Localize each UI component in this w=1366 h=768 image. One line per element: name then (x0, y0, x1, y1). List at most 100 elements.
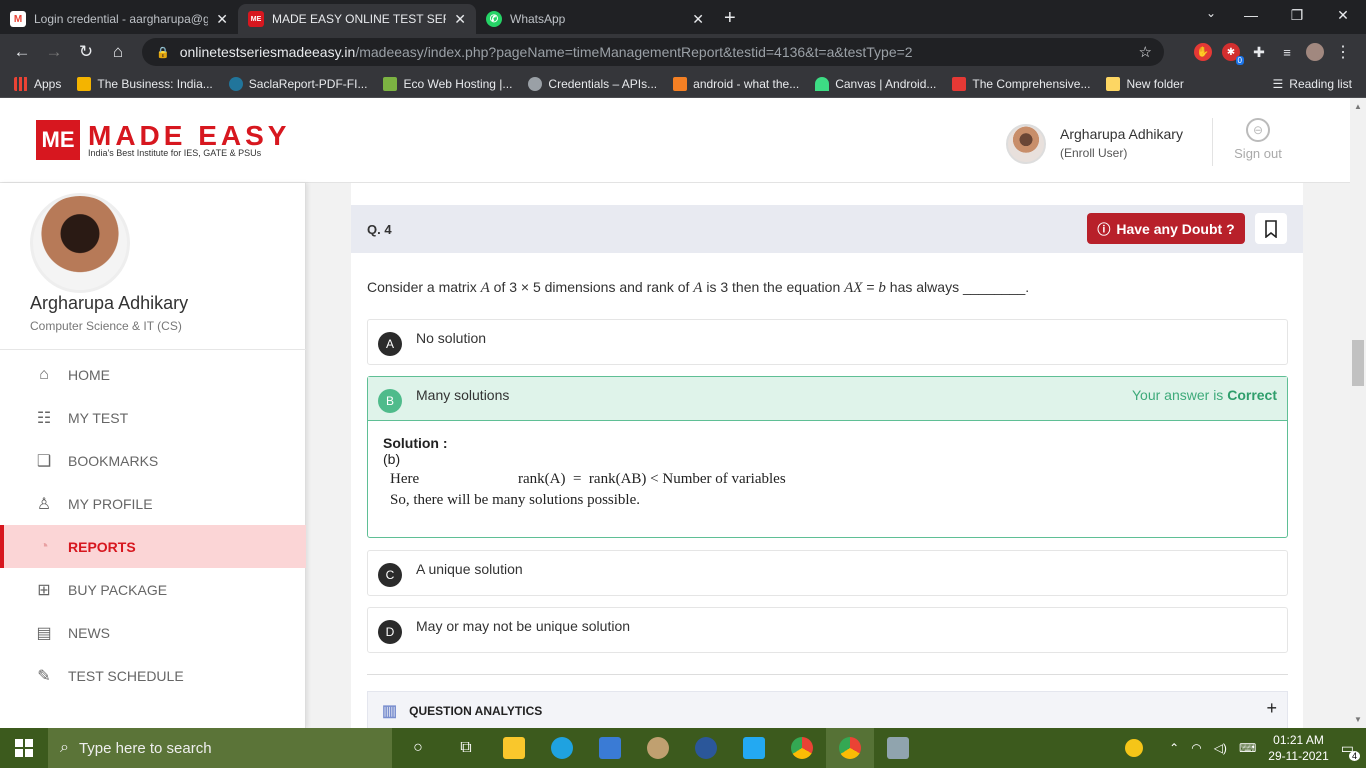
back-icon[interactable]: ← (6, 42, 38, 62)
sidebar-item-label: BOOKMARKS (68, 452, 159, 469)
restore-icon[interactable]: ❐ (1274, 0, 1320, 30)
option-d[interactable]: D May or may not be unique solution (367, 607, 1288, 653)
chrome-profile-icon[interactable] (826, 728, 874, 768)
puzzle-icon[interactable]: ✚ (1250, 43, 1268, 61)
bookmark-item[interactable]: The Comprehensive... (944, 76, 1098, 91)
tab-gmail[interactable]: M Login credential - aargharupa@g ✕ (0, 4, 238, 34)
media-control-icon[interactable]: ≡ (1278, 43, 1296, 61)
cortana-icon[interactable]: ○ (394, 728, 442, 768)
google-cloud-icon (528, 76, 543, 91)
have-doubt-button[interactable]: ⓘ Have any Doubt ? (1087, 213, 1245, 244)
bookmark-item[interactable]: android - what the... (665, 76, 807, 91)
scrollbar-thumb[interactable] (1352, 340, 1364, 386)
divider (1212, 118, 1213, 166)
close-tab-icon[interactable]: ✕ (216, 11, 228, 28)
forward-icon[interactable]: → (38, 42, 70, 62)
bookmark-item[interactable]: Canvas | Android... (807, 76, 944, 91)
browser-tab-strip: M Login credential - aargharupa@g ✕ ME M… (0, 0, 1366, 34)
sidebar-item-bookmarks[interactable]: ❑ BOOKMARKS (0, 439, 306, 482)
taskbar-search[interactable]: ⌕ Type here to search (48, 728, 392, 768)
lock-icon[interactable]: 🔒 (156, 46, 170, 59)
window-controls: — ❐ ✕ (1228, 0, 1366, 30)
new-tab-button[interactable]: + (724, 7, 736, 30)
taskbar-search-placeholder: Type here to search (78, 739, 212, 757)
bookmark-folder[interactable]: New folder (1098, 76, 1191, 91)
bookmark-favicon-icon (952, 76, 967, 91)
taskbar-clock[interactable]: 01:21 AM 29-11-2021 (1268, 732, 1329, 764)
chrome-icon[interactable] (778, 728, 826, 768)
bookmark-star-icon[interactable]: ☆ (1139, 43, 1152, 61)
bookmark-item[interactable]: SaclaReport-PDF-FI... (221, 76, 376, 91)
vscode-icon[interactable] (730, 728, 778, 768)
address-bar[interactable]: 🔒 onlinetestseriesmadeeasy.in/madeeasy/i… (142, 38, 1164, 66)
option-b[interactable]: B Many solutions Your answer is Correct S… (367, 376, 1288, 538)
profile-avatar-icon[interactable] (1306, 43, 1324, 61)
tab-whatsapp[interactable]: ✆ WhatsApp ✕ (476, 4, 714, 34)
expand-icon[interactable]: + (1266, 698, 1277, 719)
tab-search-icon[interactable]: ⌄ (1206, 6, 1216, 20)
made-easy-logo[interactable]: ME MADE EASY India's Best Institute for … (36, 120, 306, 160)
sidebar-item-reports[interactable]: ◔ REPORTS (0, 525, 306, 568)
reading-list[interactable]: ☰ Reading list (1265, 77, 1366, 91)
header-user[interactable]: Argharupa Adhikary (Enroll User) (1006, 124, 1183, 164)
file-explorer-icon[interactable] (490, 728, 538, 768)
edge-icon[interactable] (538, 728, 586, 768)
tab-title: WhatsApp (510, 12, 566, 26)
home-button-icon[interactable]: ⌂ (102, 42, 134, 62)
option-c[interactable]: C A unique solution (367, 550, 1288, 596)
wifi-icon[interactable]: ◠ (1191, 741, 1201, 755)
reading-list-icon: ☰ (1272, 76, 1284, 91)
sidebar-item-test-schedule[interactable]: ✎ TEST SCHEDULE (0, 654, 306, 697)
bookmark-item[interactable]: Credentials – APIs... (520, 76, 665, 91)
sidebar-item-label: REPORTS (68, 538, 136, 555)
close-tab-icon[interactable]: ✕ (692, 11, 704, 28)
sidebar: Argharupa Adhikary Computer Science & IT… (0, 183, 306, 728)
windows-start-icon[interactable] (0, 728, 48, 768)
keyboard-icon[interactable]: ⌨ (1239, 741, 1256, 755)
menu-kebab-icon[interactable]: ⋮ (1334, 43, 1352, 61)
logo-tagline: India's Best Institute for IES, GATE & P… (88, 148, 262, 158)
folder-icon (1106, 76, 1121, 91)
scroll-up-icon[interactable]: ▲ (1354, 102, 1362, 111)
notification-center-icon[interactable]: ▭ 4 (1341, 740, 1360, 761)
scroll-down-icon[interactable]: ▼ (1354, 715, 1362, 724)
tab-made-easy[interactable]: ME MADE EASY ONLINE TEST SERIES ✕ (238, 4, 476, 34)
tab-title: MADE EASY ONLINE TEST SERIES (272, 12, 446, 26)
whatsapp-icon: ✆ (486, 11, 502, 27)
bookmark-item[interactable]: Eco Web Hosting |... (375, 76, 520, 91)
sidebar-item-label: HOME (68, 366, 110, 383)
store-icon[interactable] (586, 728, 634, 768)
minimize-icon[interactable]: — (1228, 0, 1274, 30)
bookmark-item[interactable]: The Business: India... (69, 76, 220, 91)
bookmark-question-button[interactable] (1255, 213, 1287, 244)
extension-badge-count: 0 (1235, 56, 1244, 65)
volume-icon[interactable]: ◁) (1214, 741, 1227, 755)
sidebar-item-news[interactable]: ▤ NEWS (0, 611, 306, 654)
screen-snip-icon[interactable] (874, 728, 922, 768)
adblock-icon[interactable]: ✋ (1194, 43, 1212, 61)
bookmark-apps[interactable]: Apps (0, 76, 69, 91)
system-tray: ⌃ ◠ ◁) ⌨ 01:21 AM 29-11-2021 ▭ 4 (1125, 728, 1366, 768)
wordpress-icon (228, 76, 243, 91)
page-scrollbar[interactable]: ▲ ▼ (1350, 98, 1366, 728)
option-a[interactable]: A No solution (367, 319, 1288, 365)
sidebar-item-buy-package[interactable]: ⊞ BUY PACKAGE (0, 568, 306, 611)
bookmark-icon (1265, 219, 1277, 238)
extension-badge-icon[interactable]: ✱ 0 (1222, 43, 1244, 65)
weather-icon[interactable] (1125, 739, 1144, 757)
signout-button[interactable]: ⊖ Sign out (1232, 118, 1284, 161)
tray-chevron-icon[interactable]: ⌃ (1169, 741, 1179, 755)
question-analytics-header[interactable]: ▥ QUESTION ANALYTICS + (367, 691, 1288, 728)
paint-icon[interactable] (634, 728, 682, 768)
word-icon[interactable] (682, 728, 730, 768)
reload-icon[interactable]: ↻ (70, 42, 102, 62)
task-view-icon[interactable]: ⧉ (442, 728, 490, 768)
sidebar-item-my-profile[interactable]: ♙ MY PROFILE (0, 482, 306, 525)
cart-icon: ⊞ (37, 581, 51, 599)
signout-label: Sign out (1234, 146, 1282, 161)
close-tab-icon[interactable]: ✕ (454, 11, 466, 28)
close-window-icon[interactable]: ✕ (1320, 0, 1366, 30)
sidebar-item-home[interactable]: ⌂ HOME (0, 353, 306, 396)
schedule-icon: ✎ (37, 667, 51, 685)
sidebar-item-my-test[interactable]: ☷ MY TEST (0, 396, 306, 439)
